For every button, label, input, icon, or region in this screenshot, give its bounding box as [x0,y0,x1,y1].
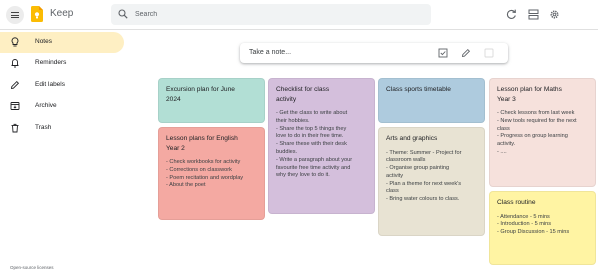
note-body: - Check lessons from last week - New too… [497,110,577,155]
note-body: - Check workbooks for activity - Correct… [166,159,244,189]
lightbulb-icon [11,37,19,47]
archive-icon [10,102,20,110]
note-title: Class routine [497,199,536,206]
refresh-icon[interactable] [506,9,517,20]
note-card-class-routine[interactable]: Class routine - Attendance - 5 mins - In… [489,191,596,265]
sidebar-item-notes[interactable]: Notes [0,32,124,53]
new-drawing-brush-icon[interactable] [461,48,471,58]
open-source-licenses-link[interactable]: Open-source licenses [10,265,54,270]
note-body: - Theme: Summer - Project for classroom … [386,149,462,203]
sidebar-item-label: Reminders [35,59,67,66]
sidebar-item-label: Notes [35,38,52,45]
new-image-icon[interactable] [484,48,494,58]
sidebar-item-label: Trash [35,124,52,131]
note-title: Excursion plan for June 2024 [166,86,235,103]
main-menu-button[interactable] [6,6,24,24]
note-card-excursion-plan[interactable]: Excursion plan for June 2024 [158,78,265,123]
note-card-arts-and-graphics[interactable]: Arts and graphics - Theme: Summer - Proj… [378,127,485,236]
sidebar-item-label: Edit labels [35,81,65,88]
hamburger-icon [11,12,19,18]
note-body: - Get the class to write about their hob… [276,110,353,179]
sidebar: Notes Reminders Edit labels Archive Tras… [0,30,125,277]
note-title: Lesson plan for Maths Year 3 [497,86,562,103]
sidebar-item-trash[interactable]: Trash [0,118,124,139]
sidebar-item-edit-labels[interactable]: Edit labels [0,75,124,96]
bell-icon [11,59,19,68]
search-bar[interactable] [111,4,431,25]
trash-icon [11,123,19,133]
note-title: Checklist for class activity [276,86,330,103]
take-note-bar[interactable]: Take a note... [240,43,508,63]
note-card-lesson-plan-maths[interactable]: Lesson plan for Maths Year 3 - Check les… [489,78,596,187]
sidebar-item-archive[interactable]: Archive [0,96,124,117]
sidebar-item-reminders[interactable]: Reminders [0,53,124,74]
sidebar-item-label: Archive [35,102,57,109]
app-title: Keep [50,8,74,19]
keep-logo-icon [31,6,43,22]
note-title: Lesson plans for English Year 2 [166,135,238,152]
new-list-checkbox-icon[interactable] [438,48,448,58]
note-title: Class sports timetable [386,86,451,93]
note-card-lesson-plans-english[interactable]: Lesson plans for English Year 2 - Check … [158,127,265,220]
note-card-checklist-class-activity[interactable]: Checklist for class activity - Get the c… [268,78,375,214]
search-input[interactable] [135,7,415,22]
take-note-placeholder[interactable]: Take a note... [249,49,291,56]
top-bar: Keep [0,0,598,30]
search-icon[interactable] [118,9,128,19]
settings-icon[interactable] [549,9,560,20]
note-body: - Attendance - 5 mins - Introduction - 5… [497,213,570,236]
note-card-class-sports-timetable[interactable]: Class sports timetable [378,78,485,123]
note-title: Arts and graphics [386,135,438,142]
list-view-icon[interactable] [528,9,539,20]
pencil-icon [10,80,20,90]
